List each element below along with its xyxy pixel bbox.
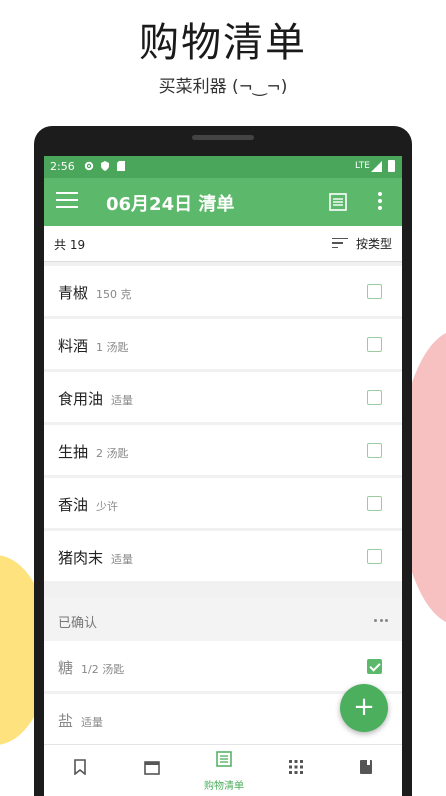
- item-qty: 150 克: [96, 288, 132, 301]
- item-name: 青椒 150 克: [58, 284, 132, 302]
- canvas: 购物清单 买菜利器 (¬‿¬) 2:56 LTE 06月24日 清单 共 19 …: [0, 0, 446, 796]
- nav-bookmark[interactable]: [44, 745, 116, 796]
- item-checkbox[interactable]: [367, 337, 382, 352]
- item-name: 食用油 适量: [58, 390, 134, 408]
- list-item[interactable]: 青椒 150 克: [44, 266, 402, 316]
- hamburger-menu-icon[interactable]: [56, 192, 78, 212]
- signal-icon: [371, 161, 382, 172]
- app-title: 06月24日 清单: [106, 194, 235, 215]
- item-checkbox[interactable]: [367, 284, 382, 299]
- promo-subline: 买菜利器 (¬‿¬): [158, 77, 288, 97]
- list-item[interactable]: 食用油 适量: [44, 372, 402, 422]
- item-qty: 2 汤匙: [96, 447, 129, 460]
- battery-icon: [388, 160, 395, 172]
- list-item[interactable]: 料酒 1 汤匙: [44, 319, 402, 369]
- more-horiz-icon[interactable]: [374, 619, 388, 623]
- item-qty: 适量: [81, 716, 104, 729]
- sort-icon: [331, 237, 348, 250]
- sort-button[interactable]: 按类型: [331, 235, 392, 252]
- sort-label: 按类型: [355, 237, 392, 251]
- status-time: 2:56: [50, 160, 75, 173]
- item-checkbox[interactable]: [367, 496, 382, 511]
- item-checkbox-checked[interactable]: [367, 659, 382, 674]
- promo-headline: 购物清单: [139, 20, 307, 66]
- item-qty: 适量: [111, 394, 134, 407]
- list-item[interactable]: 生抽 2 汤匙: [44, 425, 402, 475]
- more-vert-icon[interactable]: [372, 192, 388, 212]
- item-qty: 1 汤匙: [96, 341, 129, 354]
- item-qty: 1/2 汤匙: [81, 663, 125, 676]
- app-bar: 06月24日 清单: [44, 178, 402, 226]
- item-checkbox[interactable]: [367, 443, 382, 458]
- add-item-button[interactable]: +: [340, 684, 388, 732]
- confirmed-label: 已确认: [58, 616, 98, 631]
- grid-icon: [289, 760, 303, 774]
- sd-card-icon: [117, 161, 125, 171]
- settings-gear-icon: [84, 161, 94, 171]
- item-qty: 适量: [111, 553, 134, 566]
- item-qty: 少许: [96, 500, 119, 513]
- list-item[interactable]: 猪肉末 适量: [44, 531, 402, 581]
- phone-screen: 2:56 LTE 06月24日 清单 共 19 按类型 青椒 150 克 料酒 …: [44, 156, 402, 796]
- status-bar: 2:56 LTE: [44, 156, 402, 178]
- list-view-icon[interactable]: [328, 192, 348, 212]
- confirmed-section-header: 已确认: [44, 597, 402, 641]
- nav-label: 购物清单: [204, 781, 244, 792]
- calendar-icon: [144, 761, 160, 775]
- status-network: LTE: [355, 161, 370, 171]
- shopping-list: 青椒 150 克 料酒 1 汤匙 食用油 适量 生抽 2 汤匙 香油 少许 猪肉…: [44, 266, 402, 584]
- bottom-nav: 购物清单: [44, 744, 402, 796]
- item-checkbox[interactable]: [367, 549, 382, 564]
- nav-grid[interactable]: [260, 745, 332, 796]
- item-name: 盐适量: [58, 712, 104, 730]
- bookmark-icon: [74, 759, 86, 775]
- nav-calendar[interactable]: [116, 745, 188, 796]
- book-icon: [360, 760, 372, 774]
- item-checkbox[interactable]: [367, 390, 382, 405]
- summary-bar: 共 19 按类型: [44, 226, 402, 262]
- shield-icon: [101, 161, 109, 171]
- item-name: 香油 少许: [58, 496, 119, 514]
- item-name: 料酒 1 汤匙: [58, 337, 129, 355]
- list-item[interactable]: 糖 1/2 汤匙: [44, 641, 402, 691]
- nav-book[interactable]: [330, 745, 402, 796]
- item-name: 生抽 2 汤匙: [58, 443, 129, 461]
- item-name: 糖 1/2 汤匙: [58, 659, 125, 677]
- list-icon: [216, 751, 232, 767]
- item-name: 猪肉末 适量: [58, 549, 134, 567]
- phone-frame: 2:56 LTE 06月24日 清单 共 19 按类型 青椒 150 克 料酒 …: [34, 126, 412, 796]
- item-count: 共 19: [54, 238, 86, 252]
- phone-speaker: [192, 135, 254, 140]
- nav-shopping-list[interactable]: 购物清单: [188, 745, 260, 796]
- list-item[interactable]: 香油 少许: [44, 478, 402, 528]
